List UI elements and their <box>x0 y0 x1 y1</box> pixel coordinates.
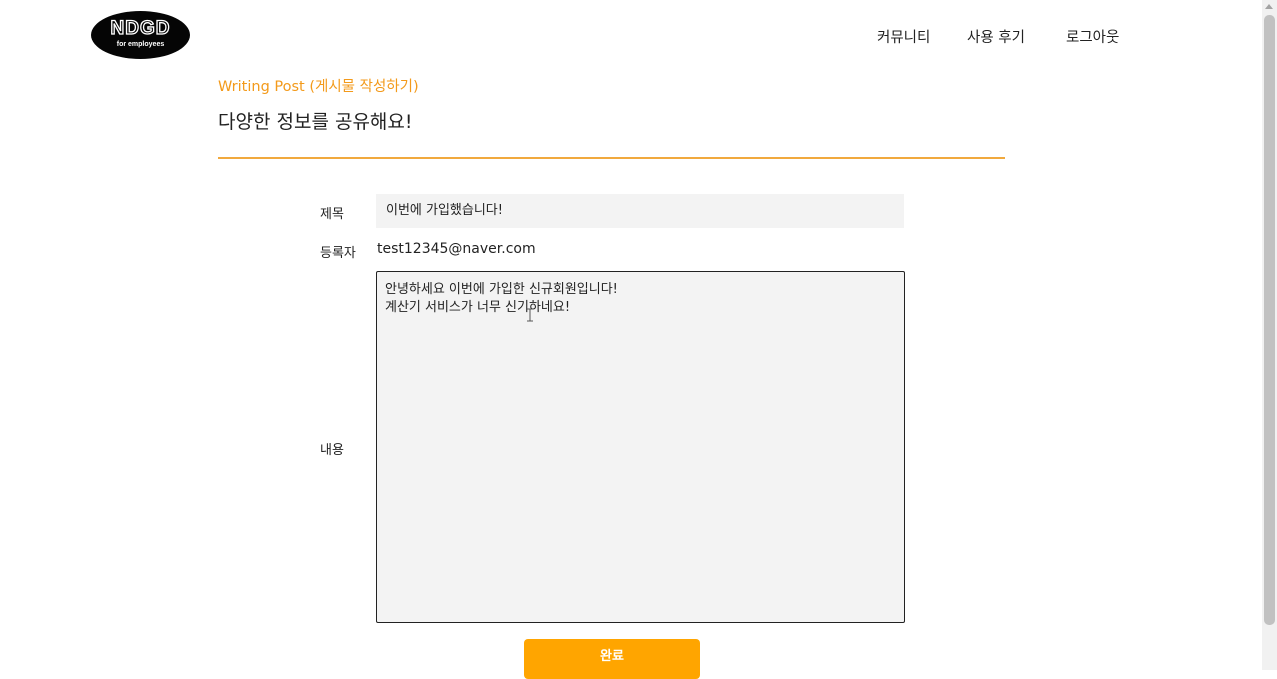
content-label: 내용 <box>320 443 344 458</box>
page-title: 다양한 정보를 공유해요! <box>218 111 413 133</box>
nav-reviews[interactable]: 사용 후기 <box>967 26 1025 47</box>
scrollbar[interactable] <box>1262 0 1277 670</box>
title-label: 제목 <box>320 207 344 222</box>
section-subtitle: Writing Post (게시물 작성하기) <box>218 79 419 95</box>
complete-button[interactable]: 완료 <box>524 639 700 679</box>
header: NDGD for employees 커뮤니티 사용 후기 로그아웃 <box>0 0 1262 72</box>
scrollbar-thumb[interactable] <box>1264 15 1275 625</box>
author-value: test12345@naver.com <box>377 241 536 257</box>
nav-logout[interactable]: 로그아웃 <box>1066 26 1119 47</box>
text-cursor-icon <box>527 308 533 322</box>
content-textarea[interactable]: 안녕하세요 이번에 가입한 신규회원입니다! 계산기 서비스가 너무 신기하네요… <box>376 271 905 623</box>
title-input[interactable]: 이번에 가입했습니다! <box>376 194 904 228</box>
scroll-up-arrow-icon[interactable] <box>1265 4 1273 9</box>
nav-community[interactable]: 커뮤니티 <box>877 26 930 47</box>
author-label: 등록자 <box>320 246 356 261</box>
logo-main-text: NDGD <box>110 18 171 39</box>
logo[interactable]: NDGD for employees <box>91 11 190 59</box>
section-divider <box>218 157 1005 159</box>
logo-sub-text: for employees <box>116 41 165 48</box>
